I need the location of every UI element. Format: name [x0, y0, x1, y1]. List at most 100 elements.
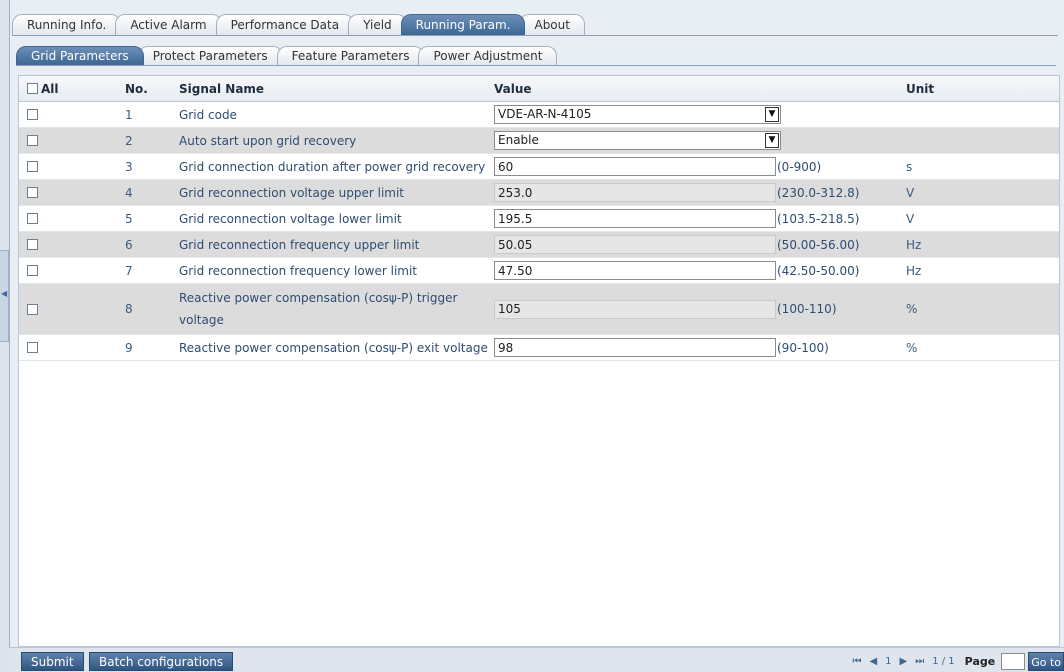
value-cell: (230.0-312.8) — [494, 183, 906, 202]
row-number: 4 — [125, 185, 133, 200]
subtab-grid-parameters[interactable]: Grid Parameters — [16, 46, 144, 65]
submit-button[interactable]: Submit — [21, 652, 84, 671]
signal-name: Grid reconnection frequency upper limit — [179, 237, 420, 252]
chevron-down-icon[interactable]: ▼ — [765, 133, 779, 148]
tab-running-param[interactable]: Running Param. — [400, 14, 526, 35]
value-range: (50.00-56.00) — [777, 237, 860, 252]
page-count: 1 / 1 — [932, 656, 955, 667]
row-select-cell — [19, 265, 125, 276]
value-input[interactable] — [494, 261, 776, 280]
row-checkbox[interactable] — [27, 303, 38, 315]
table-row: 5 Grid reconnection voltage lower limit (1… — [19, 206, 1059, 232]
value-cell: (42.50-50.00) — [494, 261, 906, 280]
table-row: 2 Auto start upon grid recovery Enable ▼ — [19, 128, 1059, 154]
row-checkbox[interactable] — [27, 342, 38, 353]
row-checkbox[interactable] — [27, 187, 38, 198]
header-signal-name: Signal Name — [179, 81, 265, 96]
row-checkbox[interactable] — [27, 109, 38, 120]
unit: Hz — [906, 263, 922, 278]
table-row: 3 Grid connection duration after power gr… — [19, 154, 1059, 180]
row-select-cell — [19, 342, 125, 353]
last-page-icon[interactable]: ⏭ — [915, 656, 924, 667]
value-readonly-field — [494, 235, 776, 254]
tab-running-info[interactable]: Running Info. — [12, 14, 122, 35]
main-tab-bar: Running Info. Active Alarm Performance Dat… — [12, 14, 1058, 36]
batch-configurations-button[interactable]: Batch configurations — [89, 652, 234, 671]
value-cell: (103.5-218.5) — [494, 209, 906, 228]
value-range: (100-110) — [777, 302, 837, 316]
subtab-feature-parameters[interactable]: Feature Parameters — [276, 46, 425, 65]
first-page-icon[interactable]: ⏮ — [852, 656, 861, 667]
signal-name: Grid reconnection voltage upper limit — [179, 185, 404, 200]
signal-name: Grid reconnection voltage lower limit — [179, 211, 402, 226]
pagination: ⏮ ◀ 1 ▶ ⏭ 1 / 1 Page Go to — [848, 652, 1064, 671]
value-range: (230.0-312.8) — [777, 185, 860, 200]
unit: V — [906, 211, 915, 226]
current-page-number: 1 — [885, 656, 892, 667]
unit: Hz — [906, 237, 922, 252]
row-number: 6 — [125, 237, 133, 252]
value-input[interactable] — [494, 338, 776, 357]
value-range: (103.5-218.5) — [777, 211, 860, 226]
select-all-label: All — [41, 81, 59, 96]
unit: % — [906, 340, 918, 355]
value-select[interactable]: VDE-AR-N-4105 ▼ — [494, 105, 781, 124]
tab-about[interactable]: About — [519, 14, 585, 35]
sidebar-collapse-handle[interactable]: ◀ — [0, 250, 9, 342]
unit: s — [906, 159, 913, 174]
value-range: (42.50-50.00) — [777, 263, 860, 278]
value-readonly-field — [494, 299, 776, 319]
value-input[interactable] — [494, 209, 776, 228]
table-row: 8 Reactive power compensation (cosψ-P) tr… — [19, 284, 1059, 335]
row-number: 9 — [125, 340, 133, 355]
row-select-cell — [19, 303, 125, 315]
page-input[interactable] — [1001, 653, 1026, 670]
value-range: (90-100) — [777, 340, 829, 355]
page-label: Page — [964, 655, 996, 668]
row-number: 7 — [125, 263, 133, 278]
row-select-cell — [19, 109, 125, 120]
signal-name: Grid reconnection frequency lower limit — [179, 263, 418, 278]
select-all-checkbox[interactable] — [27, 83, 38, 94]
chevron-left-icon: ◀ — [1, 289, 8, 298]
subtab-power-adjustment[interactable]: Power Adjustment — [418, 46, 558, 65]
row-number: 3 — [125, 159, 133, 174]
row-select-cell — [19, 187, 125, 198]
signal-name: Auto start upon grid recovery — [179, 133, 357, 148]
value-cell: (90-100) — [494, 338, 906, 357]
value-range: (0-900) — [777, 159, 822, 174]
table-row: 9 Reactive power compensation (cosψ-P) ex… — [19, 335, 1059, 361]
row-checkbox[interactable] — [27, 161, 38, 172]
selected-value: VDE-AR-N-4105 — [498, 107, 592, 121]
row-select-cell — [19, 239, 125, 250]
chevron-down-icon[interactable]: ▼ — [765, 107, 779, 122]
value-input[interactable] — [494, 157, 776, 176]
tab-performance-data[interactable]: Performance Data — [215, 14, 355, 35]
row-select-cell — [19, 161, 125, 172]
unit: % — [906, 302, 918, 316]
header-no: No. — [125, 81, 148, 96]
goto-button[interactable]: Go to — [1028, 652, 1064, 671]
table-row: 1 Grid code VDE-AR-N-4105 ▼ — [19, 102, 1059, 128]
row-checkbox[interactable] — [27, 265, 38, 276]
tab-active-alarm[interactable]: Active Alarm — [115, 14, 222, 35]
value-select[interactable]: Enable ▼ — [494, 131, 781, 150]
row-checkbox[interactable] — [27, 239, 38, 250]
parameters-table: All No. Signal Name Value Unit 1 Grid cod… — [18, 75, 1060, 647]
row-checkbox[interactable] — [27, 213, 38, 224]
prev-page-icon[interactable]: ◀ — [869, 656, 877, 667]
subtab-protect-parameters[interactable]: Protect Parameters — [137, 46, 283, 65]
header-select-all[interactable]: All — [19, 82, 125, 96]
signal-name: Grid code — [179, 107, 237, 122]
value-cell: (50.00-56.00) — [494, 235, 906, 254]
value-cell: (100-110) — [494, 299, 906, 319]
row-number: 1 — [125, 107, 133, 122]
value-cell: Enable ▼ — [494, 131, 906, 150]
row-checkbox[interactable] — [27, 135, 38, 146]
signal-name: Reactive power compensation (cosψ-P) exi… — [179, 340, 488, 355]
unit: V — [906, 185, 915, 200]
value-cell: VDE-AR-N-4105 ▼ — [494, 105, 906, 124]
next-page-icon[interactable]: ▶ — [900, 656, 908, 667]
sub-tab-bar: Grid Parameters Protect Parameters Feature… — [16, 44, 1056, 66]
tab-yield[interactable]: Yield — [348, 14, 407, 35]
